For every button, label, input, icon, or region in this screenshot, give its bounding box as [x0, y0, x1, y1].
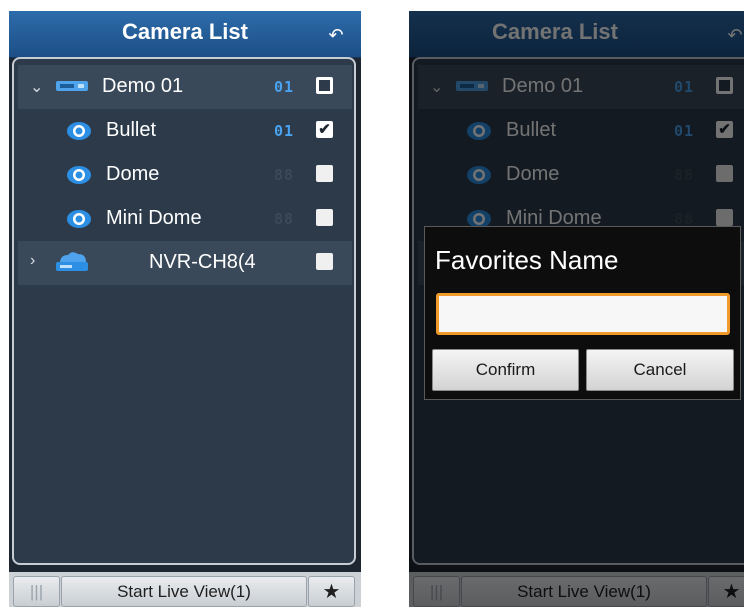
favorites-name-dialog: Favorites Name Confirm Cancel [424, 226, 741, 400]
camera-checkbox[interactable] [316, 165, 333, 182]
grip-icon[interactable]: ||| [13, 576, 60, 607]
star-icon[interactable]: ★ [308, 576, 355, 607]
cloud-nvr-icon [56, 252, 88, 271]
camera-label: Bullet [106, 119, 157, 141]
bottom-toolbar: ||| Start Live View(1) ★ [9, 572, 361, 607]
device-label: NVR-CH8(4 [149, 251, 256, 273]
channel-indicator: 88 [274, 210, 295, 228]
camera-row-dome[interactable]: Dome 88 [18, 153, 352, 197]
eye-icon [67, 210, 91, 228]
channel-indicator: 01 [274, 78, 295, 96]
channel-indicator: 88 [274, 254, 295, 272]
chevron-right-icon[interactable]: › [30, 252, 35, 270]
favorites-dialog-screen: Camera List ↶ ⌄ Demo 01 01 Bullet 01 ✔ [409, 11, 744, 607]
device-row-demo[interactable]: ⌄ Demo 01 01 [18, 65, 352, 109]
device-tree: ⌄ Demo 01 01 Bullet 01 ✔ [12, 57, 356, 565]
channel-indicator: 01 [274, 122, 295, 140]
cancel-button[interactable]: Cancel [586, 349, 734, 391]
confirm-button[interactable]: Confirm [432, 349, 579, 391]
camera-label: Dome [106, 163, 160, 185]
dvr-device-icon [56, 81, 88, 91]
channel-indicator: 88 [274, 166, 295, 184]
eye-icon [67, 122, 91, 140]
camera-list-screen: Camera List ↶ ⌄ Demo 01 01 Bullet 01 ✔ D… [9, 11, 361, 607]
chevron-down-icon[interactable]: ⌄ [30, 77, 43, 97]
start-live-view-button[interactable]: Start Live View(1) [61, 576, 307, 607]
camera-checkbox[interactable]: ✔ [316, 121, 333, 138]
page-title: Camera List [122, 19, 248, 44]
favorites-name-input[interactable] [436, 293, 730, 335]
device-row-nvr[interactable]: › NVR-CH8(4 88 [18, 241, 352, 285]
device-label: Demo 01 [102, 75, 184, 97]
camera-label: Mini Dome [106, 207, 202, 229]
eye-icon [67, 166, 91, 184]
device-checkbox[interactable] [316, 253, 333, 270]
camera-row-bullet[interactable]: Bullet 01 ✔ [18, 109, 352, 153]
dialog-title: Favorites Name [435, 245, 619, 275]
undo-icon[interactable]: ↶ [325, 24, 347, 46]
device-checkbox[interactable] [316, 77, 333, 94]
camera-checkbox[interactable] [316, 209, 333, 226]
header-bar: Camera List ↶ [9, 11, 361, 58]
camera-row-mini-dome[interactable]: Mini Dome 88 [18, 197, 352, 241]
